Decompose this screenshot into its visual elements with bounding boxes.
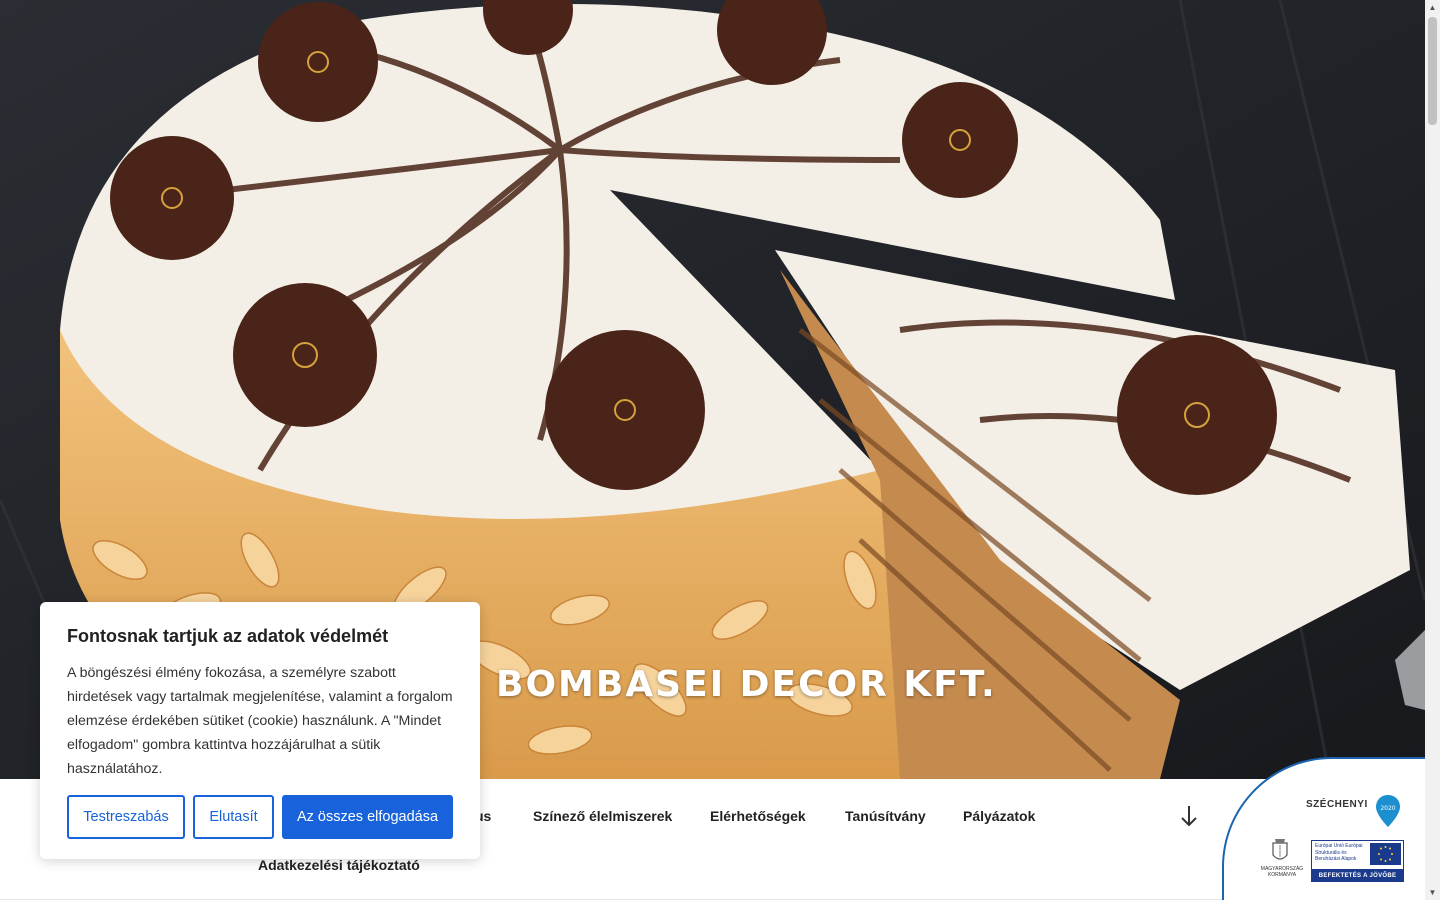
scroll-down-arrow-icon[interactable] — [1178, 803, 1200, 829]
cookie-description: A böngészési élmény fokozása, a személyr… — [67, 665, 453, 777]
hungarian-crest-icon — [1270, 835, 1290, 870]
nav-item-contacts[interactable]: Elérhetőségek — [710, 808, 806, 824]
badge-year: 2020 — [1380, 805, 1395, 812]
nav-item-coloring-food[interactable]: Színező élelmiszerek — [533, 808, 672, 824]
reject-button[interactable]: Elutasít — [193, 795, 274, 839]
nav-item-tenders[interactable]: Pályázatok — [963, 808, 1035, 824]
site-title[interactable]: BOMBASEI DECOR KFT. — [496, 664, 997, 705]
cookie-title: Fontosnak tartjuk az adatok védelmét — [67, 626, 389, 646]
badge-title: SZÉCHENYI — [1306, 799, 1368, 810]
badge-bar-text: BEFEKTETÉS A JÖVŐBE — [1311, 870, 1404, 882]
badge-hu-text: MAGYARORSZÁG KORMÁNYA — [1260, 866, 1304, 878]
location-pin-icon: 2020 — [1376, 795, 1400, 832]
page: BOMBASEI DECOR KFT. us Színező élelmisze… — [0, 0, 1440, 900]
scrollbar-thumb[interactable] — [1428, 17, 1437, 125]
page-scrollbar[interactable]: ▲ ▼ — [1425, 0, 1440, 900]
nav-item-privacy[interactable]: Adatkezelési tájékoztató — [258, 857, 420, 873]
badge-eu-text: Európai Unió Európai Strukturális és Ber… — [1315, 843, 1363, 862]
eu-flag-icon — [1370, 843, 1401, 865]
nav-item-certificate[interactable]: Tanúsítvány — [845, 808, 926, 824]
accept-all-button[interactable]: Az összes elfogadása — [282, 795, 453, 839]
scroll-down-icon[interactable]: ▼ — [1425, 885, 1440, 900]
customize-button[interactable]: Testreszabás — [67, 795, 185, 839]
badge-eu-box: Európai Unió Európai Strukturális és Ber… — [1311, 840, 1404, 870]
cookie-consent-dialog: Fontosnak tartjuk az adatok védelmét A b… — [40, 602, 480, 859]
scroll-up-icon[interactable]: ▲ — [1425, 0, 1440, 15]
